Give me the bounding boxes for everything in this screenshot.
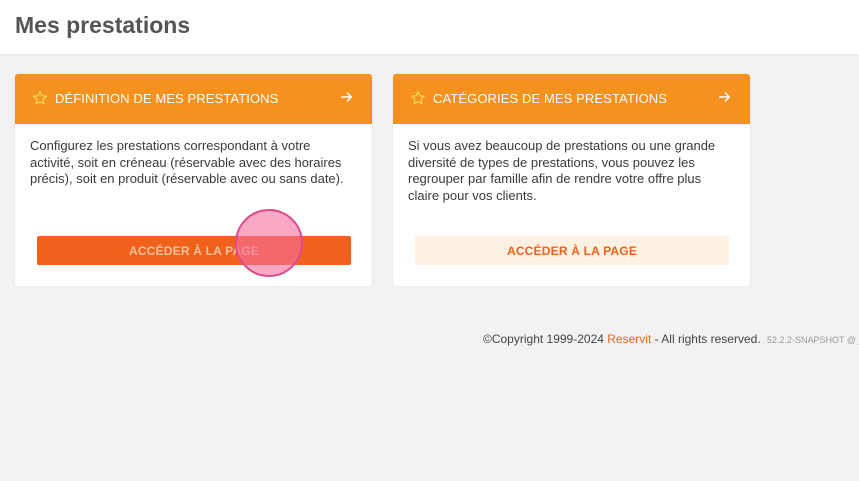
arrow-right-icon[interactable] xyxy=(718,90,732,104)
rights-text: - All rights reserved. xyxy=(654,332,761,346)
card-description: Si vous avez beaucoup de prestations ou … xyxy=(408,138,716,203)
star-icon xyxy=(410,91,426,105)
card-header-definition[interactable]: DÉFINITION DE MES PRESTATIONS xyxy=(15,74,372,124)
copyright-text: ©Copyright 1999-2024 xyxy=(483,332,604,346)
star-icon xyxy=(32,91,48,105)
page-header: Mes prestations xyxy=(0,0,859,54)
version-text: 52.2.2-SNAPSHOT @ j xyxy=(767,335,859,345)
acceder-page-button[interactable]: ACCÉDER À LA PAGE xyxy=(37,236,351,265)
footer: ©Copyright 1999-2024 Reservit - All righ… xyxy=(483,331,859,348)
arrow-right-icon[interactable] xyxy=(340,90,354,104)
card-header-categories[interactable]: CATÉGORIES DE MES PRESTATIONS xyxy=(393,74,750,124)
card-title: CATÉGORIES DE MES PRESTATIONS xyxy=(433,91,668,106)
card-categories-prestations: CATÉGORIES DE MES PRESTATIONS Si vous av… xyxy=(393,74,750,286)
card-description: Configurez les prestations correspondant… xyxy=(30,138,344,186)
page-title: Mes prestations xyxy=(15,12,191,38)
acceder-page-button[interactable]: ACCÉDER À LA PAGE xyxy=(415,236,729,265)
reservit-link[interactable]: Reservit xyxy=(607,332,651,346)
card-definition-prestations: DÉFINITION DE MES PRESTATIONS Configurez… xyxy=(15,74,372,286)
card-title: DÉFINITION DE MES PRESTATIONS xyxy=(55,91,279,106)
